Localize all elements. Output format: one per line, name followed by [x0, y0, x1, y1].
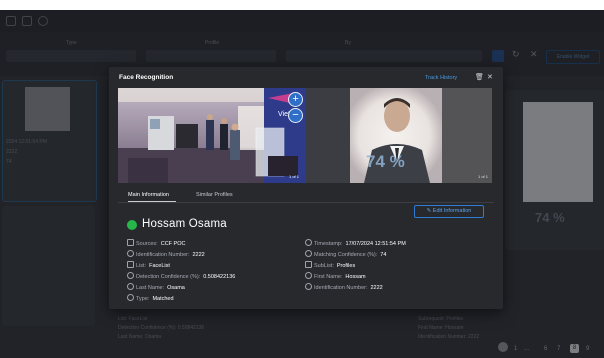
field-identification-number: Identification Number: 2222	[127, 250, 205, 258]
list-icon	[127, 261, 134, 268]
track-history-link[interactable]: Track History	[425, 75, 457, 81]
field-sources: Sources: CCF POC	[127, 239, 185, 247]
match-percent-overlay: 74 %	[366, 152, 405, 171]
delete-icon[interactable]: 🗑	[475, 73, 484, 81]
field-detection-confidence: Detection Confidence (%): 0.508422136	[127, 272, 235, 280]
tab-similar-profiles[interactable]: Similar Profiles	[196, 192, 233, 198]
field-identification-number-2: Identification Number: 2222	[305, 283, 383, 291]
percent-icon	[305, 250, 312, 257]
tab-divider	[118, 202, 494, 203]
close-icon[interactable]: ✕	[487, 73, 493, 81]
match-status-indicator	[127, 220, 137, 230]
edit-information-label: Edit Information	[432, 208, 472, 214]
face-counter: 1 of 1	[478, 174, 489, 179]
field-type: Type: Matched	[127, 294, 174, 302]
database-icon	[127, 239, 134, 246]
face-recognition-modal: Face Recognition Track History 🗑 ✕ Viet	[109, 67, 503, 309]
scene-snapshot[interactable]: Viet + − 1 of 1	[118, 88, 306, 183]
field-list: List: FaceList	[127, 261, 170, 269]
user-icon	[127, 283, 134, 290]
type-icon	[127, 294, 134, 301]
matched-face-panel: 74 % 1 of 1	[306, 88, 492, 183]
modal-title: Face Recognition	[119, 74, 174, 81]
list-icon	[305, 261, 312, 268]
scene-counter: 1 of 1	[289, 174, 300, 179]
field-first-name: First Name: Hossam	[305, 272, 366, 280]
percent-icon	[127, 272, 134, 279]
field-last-name: Last Name: Osama	[127, 283, 185, 291]
user-icon	[305, 272, 312, 279]
edit-information-button[interactable]: ✎ Edit Information	[414, 205, 484, 218]
id-icon	[127, 250, 134, 257]
person-name: Hossam Osama	[142, 218, 227, 230]
zoom-out-button[interactable]: −	[288, 108, 303, 123]
clock-icon	[305, 239, 312, 246]
field-timestamp: Timestamp: 17/07/2024 12:51:54 PM	[305, 239, 406, 247]
tab-main-information[interactable]: Main Information	[128, 192, 169, 198]
field-matching-confidence: Matching Confidence (%): 74	[305, 250, 386, 258]
field-sublist: SubList: Profiles	[305, 261, 355, 269]
scene-image: Viet	[118, 88, 306, 183]
id-icon	[305, 283, 312, 290]
zoom-in-button[interactable]: +	[288, 92, 303, 107]
